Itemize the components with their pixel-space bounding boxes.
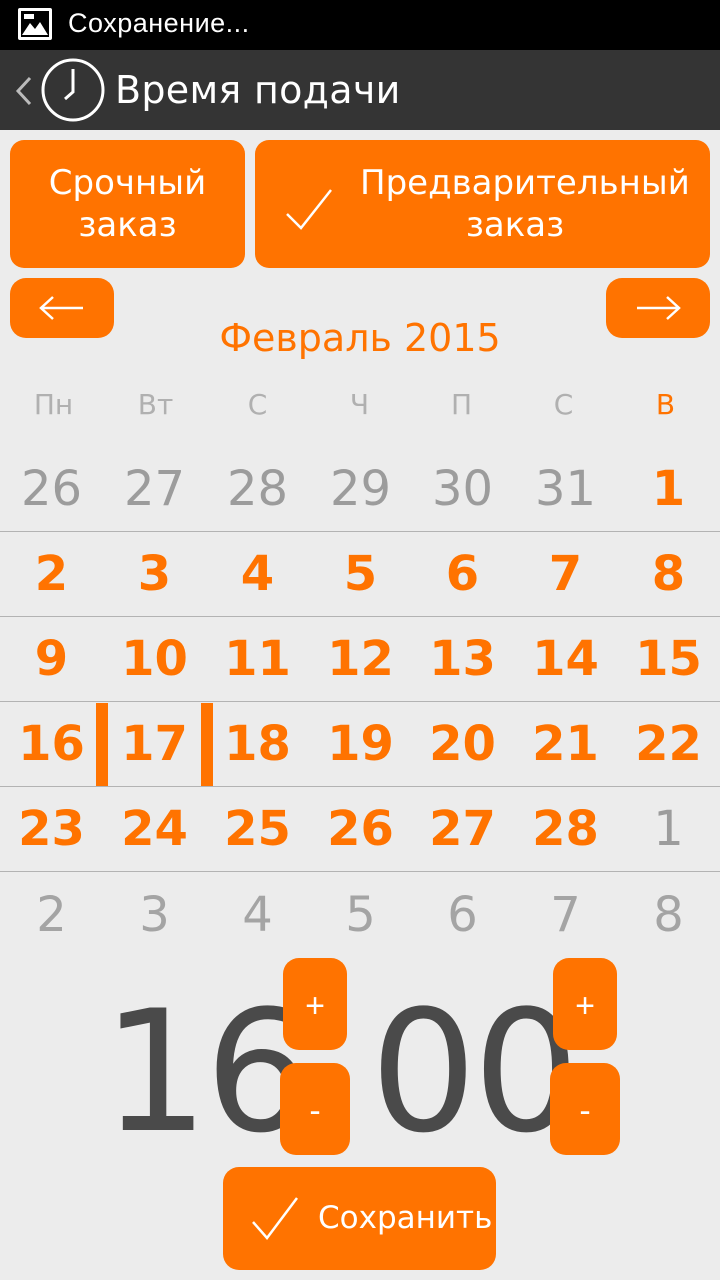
calendar-day[interactable]: 22 <box>617 702 720 787</box>
check-icon <box>286 189 332 230</box>
calendar-day[interactable]: 29 <box>309 447 412 532</box>
calendar-day[interactable]: 9 <box>0 617 103 702</box>
calendar-day[interactable]: 11 <box>206 617 309 702</box>
calendar-day[interactable]: 16 <box>0 702 103 787</box>
calendar-day[interactable]: 30 <box>411 447 514 532</box>
chevron-left-icon[interactable] <box>12 74 36 108</box>
calendar-week-row: 16 17 18 19 20 21 22 <box>0 702 720 787</box>
hour-decrement-button[interactable]: - <box>280 1063 350 1155</box>
calendar-day[interactable]: 20 <box>411 702 514 787</box>
weekday-label: С <box>553 388 574 421</box>
calendar-day[interactable]: 3 <box>103 532 206 617</box>
calendar-week-row: 2 3 4 5 6 7 8 <box>0 873 720 958</box>
calendar-day[interactable]: 5 <box>309 873 412 958</box>
calendar-day[interactable]: 13 <box>411 617 514 702</box>
weekday-label: П <box>450 388 473 421</box>
check-icon <box>252 1197 298 1240</box>
calendar-day[interactable]: 1 <box>617 447 720 532</box>
save-label: Сохранить <box>318 1200 493 1236</box>
page-title: Время подачи <box>115 68 401 112</box>
calendar-day[interactable]: 6 <box>411 532 514 617</box>
save-button[interactable]: Сохранить <box>223 1167 496 1270</box>
minute-decrement-button[interactable]: - <box>550 1063 620 1155</box>
image-icon <box>18 8 52 40</box>
calendar-day-selected[interactable]: 17 <box>96 702 213 787</box>
calendar-day[interactable]: 5 <box>309 532 412 617</box>
calendar-day[interactable]: 14 <box>514 617 617 702</box>
calendar-day[interactable]: 24 <box>103 787 206 872</box>
calendar-day[interactable]: 7 <box>514 532 617 617</box>
urgent-order-label: Срочный заказ <box>48 163 207 245</box>
calendar-day[interactable]: 15 <box>617 617 720 702</box>
calendar-week-row: 26 27 28 29 30 31 1 <box>0 447 720 532</box>
calendar-day[interactable]: 3 <box>103 873 206 958</box>
calendar-day[interactable]: 10 <box>103 617 206 702</box>
status-bar: Сохранение... <box>0 0 720 50</box>
calendar-day[interactable]: 4 <box>206 873 309 958</box>
calendar-day[interactable]: 18 <box>206 702 309 787</box>
calendar-day[interactable]: 27 <box>103 447 206 532</box>
calendar-day[interactable]: 28 <box>514 787 617 872</box>
calendar-week-row: 9 10 11 12 13 14 15 <box>0 617 720 702</box>
hour-increment-button[interactable]: + <box>283 958 347 1050</box>
minute-increment-button[interactable]: + <box>553 958 617 1050</box>
advance-order-button[interactable]: Предварительный заказ <box>255 140 710 268</box>
urgent-order-button[interactable]: Срочный заказ <box>10 140 245 268</box>
weekday-header: Пн Вт С Ч П С В <box>0 388 720 428</box>
calendar-day[interactable]: 4 <box>206 532 309 617</box>
status-text: Сохранение... <box>68 8 250 38</box>
clock-icon[interactable] <box>40 57 106 123</box>
calendar-day[interactable]: 28 <box>206 447 309 532</box>
calendar-day[interactable]: 23 <box>0 787 103 872</box>
calendar-day[interactable]: 12 <box>309 617 412 702</box>
weekday-label: Пн <box>33 388 74 421</box>
calendar-day[interactable]: 27 <box>411 787 514 872</box>
calendar-day[interactable]: 26 <box>0 447 103 532</box>
calendar-day[interactable]: 21 <box>514 702 617 787</box>
calendar-day[interactable]: 8 <box>617 873 720 958</box>
calendar-day[interactable]: 7 <box>514 873 617 958</box>
calendar-day[interactable]: 6 <box>411 873 514 958</box>
minutes-display: 00 <box>370 974 580 1170</box>
calendar-week-row: 23 24 25 26 27 28 1 <box>0 787 720 872</box>
calendar-week-row: 2 3 4 5 6 7 8 <box>0 532 720 617</box>
month-title: Февраль 2015 <box>219 316 501 360</box>
calendar-day[interactable]: 2 <box>0 873 103 958</box>
calendar-day[interactable]: 25 <box>206 787 309 872</box>
hours-display: 16 <box>102 974 312 1170</box>
action-bar: Время подачи <box>0 50 720 130</box>
advance-order-label: Предварительный заказ <box>360 163 690 245</box>
calendar-day[interactable]: 26 <box>309 787 412 872</box>
calendar-day[interactable]: 19 <box>309 702 412 787</box>
calendar-day[interactable]: 2 <box>0 532 103 617</box>
calendar-day[interactable]: 31 <box>514 447 617 532</box>
weekday-label: Ч <box>349 388 370 421</box>
weekday-label: В <box>655 388 676 421</box>
calendar-day[interactable]: 1 <box>617 787 720 872</box>
calendar-day[interactable]: 8 <box>617 532 720 617</box>
weekday-label: Вт <box>137 388 174 421</box>
weekday-label: С <box>247 388 268 421</box>
